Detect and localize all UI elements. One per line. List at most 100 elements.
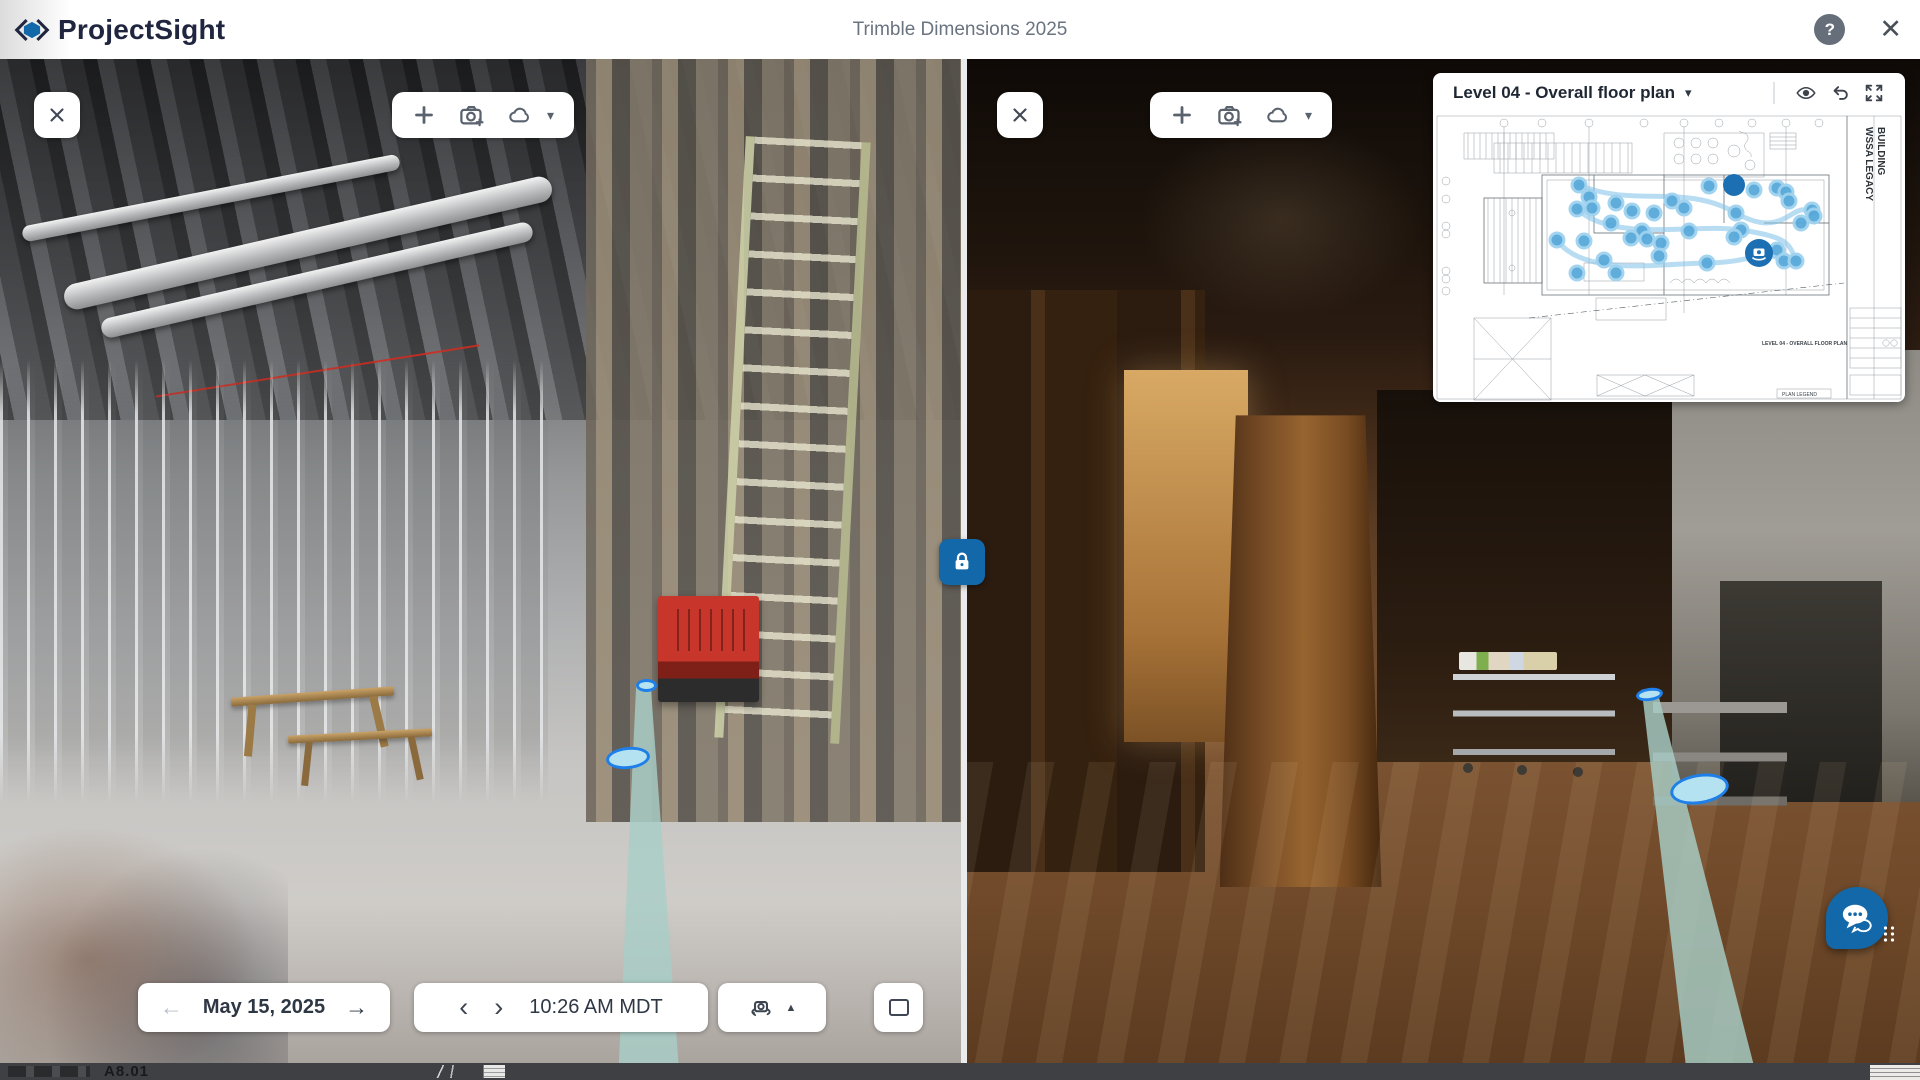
minimap-featured-dot[interactable]	[1723, 174, 1745, 196]
left-time-label: 10:26 AM MDT	[529, 996, 662, 1019]
minimap-waypoint-dot[interactable]	[1747, 183, 1761, 197]
minimap-header-divider	[1773, 82, 1775, 104]
minimap-waypoint-dot[interactable]	[1700, 256, 1714, 270]
chat-drag-handle[interactable]	[1882, 925, 1895, 943]
chat-bubbles-icon	[1838, 901, 1876, 935]
camera-plus-icon	[1216, 102, 1243, 129]
minimap-waypoint-dot[interactable]	[1570, 202, 1584, 216]
sheet-thumbnail-blocks	[8, 1066, 90, 1077]
minimap-waypoint-dot[interactable]	[1677, 201, 1691, 215]
app-name: ProjectSight	[58, 14, 225, 46]
building-label-line2: BUILDING	[1875, 127, 1886, 176]
minimap-waypoint-dot[interactable]	[1624, 231, 1638, 245]
minimap-waypoint-dot[interactable]	[1729, 206, 1743, 220]
floorplan-selector[interactable]: Level 04 - Overall floor plan	[1453, 83, 1675, 103]
left-date-selector: ← May 15, 2025 →	[138, 983, 390, 1032]
minimap-waypoint-dot[interactable]	[1572, 178, 1586, 192]
expand-minimap-button[interactable]	[1857, 82, 1891, 104]
sheet-linework	[403, 1065, 483, 1078]
building-label-line1: WSSA LEGACY	[1863, 127, 1874, 201]
cloud-shape-icon	[1265, 102, 1291, 128]
minimap-waypoint-dot[interactable]	[1640, 232, 1654, 246]
camera-mode-caret[interactable]: ▲	[786, 1002, 797, 1014]
close-icon	[46, 104, 68, 126]
minimap-waypoint-dot[interactable]	[1609, 266, 1623, 280]
add-button[interactable]	[1170, 103, 1194, 127]
single-pane-icon	[889, 999, 909, 1016]
camera-plus-icon	[458, 102, 485, 129]
minimap-header: Level 04 - Overall floor plan ▾	[1433, 73, 1905, 113]
minimap-waypoint-dot[interactable]	[1577, 234, 1591, 248]
minimap-floorplan[interactable]: WSSA LEGACY BUILDING	[1434, 113, 1904, 402]
projectsight-logo-icon	[14, 15, 50, 45]
right-annotation-toolbar: ▾	[1150, 92, 1332, 138]
undo-icon	[1829, 82, 1851, 104]
left-time-selector: ‹ › 10:26 AM MDT	[414, 983, 708, 1032]
camera-360-icon	[748, 995, 774, 1021]
minimap-card: Level 04 - Overall floor plan ▾	[1433, 73, 1905, 402]
left-next-time-button[interactable]: ›	[494, 997, 503, 1019]
region-shape-button[interactable]	[1265, 102, 1291, 128]
minimap-current-location[interactable]	[1745, 239, 1773, 267]
minimap-waypoint-dot[interactable]	[1597, 253, 1611, 267]
eye-icon	[1795, 82, 1817, 104]
minimap-waypoint-dot[interactable]	[1604, 216, 1618, 230]
left-photo-metal-studs	[0, 360, 548, 802]
plus-icon	[412, 103, 436, 127]
chat-launcher-button[interactable]	[1826, 887, 1888, 949]
project-title: Trimble Dimensions 2025	[853, 19, 1068, 41]
single-pane-view-button[interactable]	[874, 983, 923, 1032]
region-shape-button[interactable]	[507, 102, 533, 128]
brand: ProjectSight	[14, 14, 225, 46]
cloud-shape-icon	[507, 102, 533, 128]
minimap-waypoint-dot[interactable]	[1585, 201, 1599, 215]
app-header: ProjectSight Trimble Dimensions 2025 ? ✕	[0, 0, 1920, 59]
add-photo-button[interactable]	[458, 102, 485, 129]
minimap-waypoint-dot[interactable]	[1782, 194, 1796, 208]
floorplan-dropdown-caret[interactable]: ▾	[1685, 85, 1692, 101]
right-photo-floor	[967, 762, 1920, 1063]
header-close-icon[interactable]: ✕	[1879, 16, 1902, 43]
visibility-toggle-button[interactable]	[1789, 82, 1823, 104]
drawing-sheet-strip: A8.01	[0, 1063, 1920, 1080]
minimap-waypoint-dot[interactable]	[1625, 204, 1639, 218]
add-button[interactable]	[412, 103, 436, 127]
left-prev-date-button[interactable]: ←	[160, 996, 183, 1019]
minimap-waypoint-dot[interactable]	[1652, 249, 1666, 263]
minimap-waypoint-dot[interactable]	[1794, 216, 1808, 230]
projectsight-app: ProjectSight Trimble Dimensions 2025 ? ✕	[0, 0, 1920, 1080]
left-prev-time-button[interactable]: ‹	[459, 997, 468, 1019]
add-photo-button[interactable]	[1216, 102, 1243, 129]
minimap-waypoint-dot[interactable]	[1609, 196, 1623, 210]
minimap-waypoint-dot[interactable]	[1647, 206, 1661, 220]
sheet-number-label: A8.01	[104, 1063, 149, 1080]
minimap-waypoint-dot[interactable]	[1702, 179, 1716, 193]
minimap-waypoint-dot[interactable]	[1727, 230, 1741, 244]
reset-view-button[interactable]	[1823, 82, 1857, 104]
shape-dropdown-caret[interactable]: ▾	[1305, 107, 1312, 124]
minimap-waypoint-dot[interactable]	[1550, 233, 1564, 247]
plan-caption: LEVEL 04 - OVERALL FLOOR PLAN	[1762, 341, 1847, 347]
right-photo-supply-cart	[1453, 666, 1615, 766]
sync-lock-button[interactable]	[939, 539, 985, 585]
help-button[interactable]: ?	[1814, 14, 1845, 45]
close-icon	[1009, 104, 1031, 126]
fullscreen-icon	[1863, 82, 1885, 104]
minimap-waypoint-dot[interactable]	[1789, 254, 1803, 268]
shape-dropdown-caret[interactable]: ▾	[547, 107, 554, 124]
plus-icon	[1170, 103, 1194, 127]
left-panel-close-button[interactable]	[34, 92, 80, 138]
right-panel-close-button[interactable]	[997, 92, 1043, 138]
plan-legend-label: PLAN LEGEND	[1782, 392, 1817, 398]
minimap-waypoint-dot[interactable]	[1682, 224, 1696, 238]
left-camera-mode-dropdown[interactable]: ▲	[718, 983, 826, 1032]
left-next-date-button[interactable]: →	[345, 996, 368, 1019]
sheet-titleblock	[483, 1065, 505, 1078]
panorama-left[interactable]: ▾ ← May 15, 2025 → ‹ › 10:26 AM MDT ▲	[0, 59, 961, 1063]
left-annotation-toolbar: ▾	[392, 92, 574, 138]
left-photo-scissor-lift	[658, 596, 759, 701]
left-date-label: May 15, 2025	[203, 996, 325, 1019]
sheet-titleblock-right	[1870, 1065, 1920, 1080]
minimap-waypoint-dot[interactable]	[1570, 266, 1584, 280]
lock-icon	[950, 550, 974, 574]
